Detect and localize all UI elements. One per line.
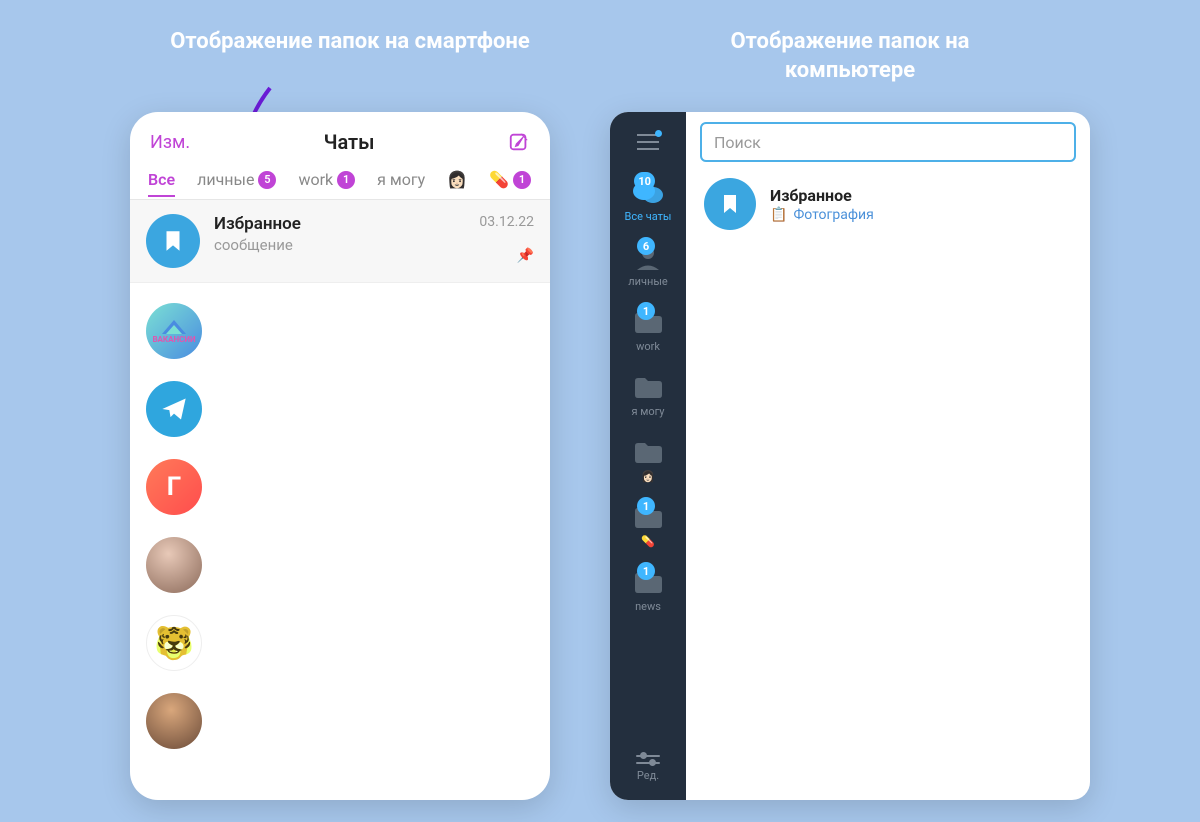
sidebar-item-label: 👩🏻 (610, 470, 686, 483)
sidebar-item-personal[interactable]: 6 личные (610, 235, 686, 296)
tab-label: work (298, 170, 333, 189)
tab-label: Все (148, 170, 175, 189)
avatar-photo[interactable] (146, 693, 202, 749)
chat-name: Избранное (214, 214, 479, 234)
sliders-icon (636, 755, 660, 764)
phone-header: Изм. Чаты (130, 112, 550, 164)
desktop-main: Поиск Избранное 📋 Фотография (686, 112, 1090, 800)
sidebar-edit-label: Ред. (636, 769, 660, 782)
avatar-label: Г (167, 472, 182, 502)
tab-icon: 👩🏻 (447, 170, 467, 189)
sidebar-badge: 10 (634, 172, 655, 190)
caption-smartphone: Отображение папок на смартфоне (170, 28, 530, 57)
chat-date: 03.12.22 (479, 214, 534, 230)
folder-icon: 1 (631, 568, 665, 596)
sidebar-badge: 6 (637, 237, 655, 255)
tab-badge: 1 (513, 171, 531, 189)
tab-work[interactable]: work 1 (298, 170, 355, 189)
sidebar-item-emoji-pill[interactable]: 1 💊 (610, 495, 686, 556)
avatar-letter[interactable]: Г (146, 459, 202, 515)
folder-icon (631, 373, 665, 401)
tab-all[interactable]: Все (148, 170, 175, 197)
tab-yamogu[interactable]: я могу (377, 170, 425, 189)
chat-row-saved[interactable]: Избранное 📋 Фотография (700, 162, 1076, 246)
saved-messages-icon (146, 214, 200, 268)
avatar-photo[interactable] (146, 537, 202, 593)
sidebar-item-all-chats[interactable]: 10 Все чаты (610, 170, 686, 231)
avatar-cat[interactable]: 🐯 (146, 615, 202, 671)
sidebar-badge: 1 (637, 302, 655, 320)
edit-button[interactable]: Изм. (150, 132, 190, 153)
sidebar-badge: 1 (637, 562, 655, 580)
tab-icon: 💊 (489, 170, 509, 189)
avatar-telegram[interactable] (146, 381, 202, 437)
sidebar-item-label: work (610, 340, 686, 353)
chat-meta: Избранное 📋 Фотография (770, 186, 874, 223)
avatar-vacancy[interactable]: ВАКАНСИИ (146, 303, 202, 359)
attachment-icon: 📋 (770, 207, 787, 223)
compose-icon[interactable] (508, 131, 530, 153)
search-input[interactable]: Поиск (700, 122, 1076, 162)
folder-icon: 1 (631, 503, 665, 531)
sidebar-item-label: Все чаты (610, 210, 686, 223)
sidebar-badge: 1 (637, 497, 655, 515)
chat-subtitle: сообщение (214, 236, 479, 254)
avatar-list: ВАКАНСИИ Г 🐯 (130, 283, 550, 781)
sidebar-item-emoji-woman[interactable]: 👩🏻 (610, 430, 686, 491)
desktop-sidebar: 10 Все чаты 6 личные 1 work (610, 112, 686, 800)
search-placeholder: Поиск (714, 133, 761, 152)
chats-title: Чаты (324, 130, 375, 154)
avatar-label: ВАКАНСИИ (152, 336, 195, 344)
tab-badge: 5 (258, 171, 276, 189)
chat-name: Избранное (770, 186, 874, 205)
tab-label: я могу (377, 170, 425, 189)
menu-button[interactable] (628, 126, 668, 158)
sidebar-item-work[interactable]: 1 work (610, 300, 686, 361)
sidebar-item-label: я могу (610, 405, 686, 418)
sidebar-item-yamogu[interactable]: я могу (610, 365, 686, 426)
folder-icon (631, 438, 665, 466)
chat-subtitle: 📋 Фотография (770, 207, 874, 223)
sidebar-item-label: личные (610, 275, 686, 288)
saved-messages-icon (704, 178, 756, 230)
phone-screenshot: Изм. Чаты Все личные 5 work 1 я могу 👩🏻 … (130, 112, 550, 800)
pin-icon: 📌 (479, 248, 534, 264)
caption-desktop: Отображение папок на компьютере (670, 28, 1030, 85)
notification-dot (655, 130, 662, 137)
chat-row-saved[interactable]: Избранное сообщение 03.12.22 📌 (130, 200, 550, 283)
sidebar-item-label: 💊 (610, 535, 686, 548)
chat-meta: Избранное сообщение (214, 214, 479, 268)
hamburger-icon (637, 141, 659, 143)
sidebar-edit-button[interactable]: Ред. (636, 736, 660, 800)
tab-emoji-pill[interactable]: 💊 1 (489, 170, 531, 189)
chat-subtitle-text: Фотография (793, 207, 873, 223)
sidebar-item-label: news (610, 600, 686, 613)
tab-badge: 1 (337, 171, 355, 189)
desktop-screenshot: 10 Все чаты 6 личные 1 work (610, 112, 1090, 800)
folder-icon: 1 (631, 308, 665, 336)
folder-tabs: Все личные 5 work 1 я могу 👩🏻 💊 1 (130, 164, 550, 200)
sidebar-item-news[interactable]: 1 news (610, 560, 686, 621)
tab-label: личные (197, 170, 254, 189)
tab-emoji-woman[interactable]: 👩🏻 (447, 170, 467, 189)
chats-icon: 10 (631, 178, 665, 206)
chat-right: 03.12.22 📌 (479, 214, 534, 268)
person-icon: 6 (631, 243, 665, 271)
tab-personal[interactable]: личные 5 (197, 170, 276, 189)
